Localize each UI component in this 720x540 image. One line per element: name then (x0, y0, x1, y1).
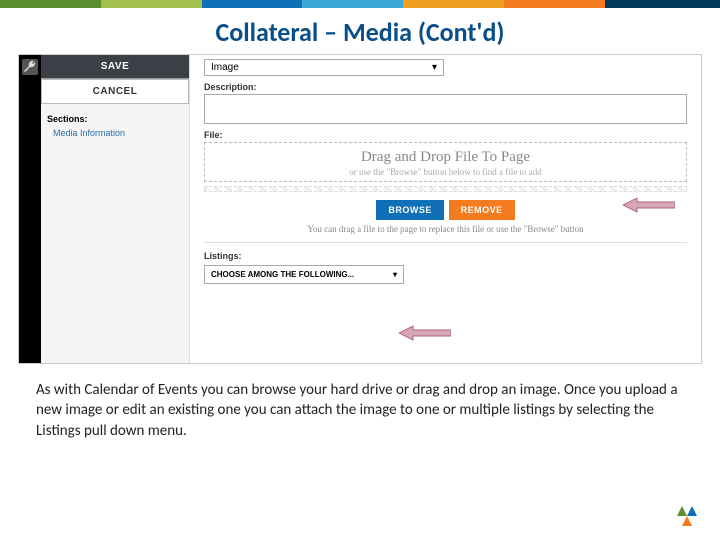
listings-label: Listings: (204, 251, 687, 261)
cancel-button[interactable]: CANCEL (41, 79, 189, 104)
app-frame: SAVE CANCEL Sections: Media Information … (18, 54, 702, 364)
description-label: Description: (204, 82, 687, 92)
listings-dropdown-label: CHOOSE AMONG THE FOLLOWING... (211, 270, 354, 279)
listings-dropdown[interactable]: CHOOSE AMONG THE FOLLOWING... ▾ (204, 265, 404, 284)
chevron-down-icon: ▾ (393, 270, 397, 279)
divider (204, 242, 687, 243)
type-value: Image (211, 62, 239, 73)
form-panel: Image ▾ Description: File: Drag and Drop… (189, 55, 701, 363)
left-panel: SAVE CANCEL Sections: Media Information (41, 55, 189, 363)
type-select[interactable]: Image ▾ (204, 59, 444, 76)
dropzone-subtitle: or use the "Browse" button below to find… (205, 167, 686, 177)
replace-hint: You can drag a file to the page to repla… (204, 224, 687, 234)
brand-logo (674, 506, 700, 528)
sidebar-item-media-info[interactable]: Media Information (41, 126, 189, 138)
slide-caption: As with Calendar of Events you can brows… (36, 380, 684, 441)
dropzone-title: Drag and Drop File To Page (205, 149, 686, 166)
icon-rail (19, 55, 41, 363)
chevron-down-icon: ▾ (432, 62, 437, 73)
description-textarea[interactable] (204, 94, 687, 124)
upload-progress-placeholder (204, 186, 687, 192)
wrench-icon[interactable] (22, 59, 38, 75)
file-dropzone[interactable]: Drag and Drop File To Page or use the "B… (204, 142, 687, 182)
sections-heading: Sections: (41, 104, 189, 126)
remove-button[interactable]: REMOVE (449, 200, 515, 220)
save-button[interactable]: SAVE (41, 55, 189, 79)
file-label: File: (204, 130, 687, 140)
brand-stripe (0, 0, 720, 8)
browse-button[interactable]: BROWSE (376, 200, 444, 220)
page-title: Collateral – Media (Cont'd) (0, 16, 720, 48)
